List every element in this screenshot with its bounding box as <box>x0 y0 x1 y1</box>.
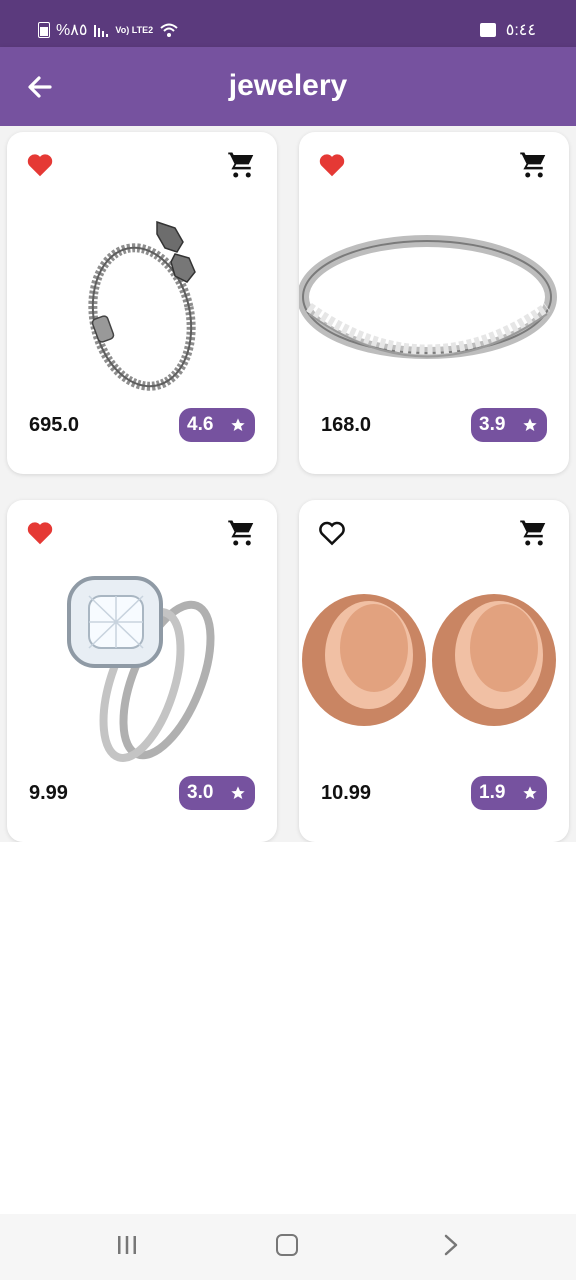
status-left: %٨٥ Vo) LTE2 <box>38 20 179 40</box>
product-image-bracelet <box>88 220 196 391</box>
status-time: ٥:٤٤ <box>505 22 536 39</box>
gallery-icon <box>479 23 496 37</box>
product-card[interactable]: 10.99 1.9 <box>299 500 569 842</box>
product-price: 168.0 <box>321 414 372 436</box>
system-nav-bar <box>0 1214 576 1280</box>
cart-icon[interactable] <box>519 518 549 548</box>
battery-icon <box>38 22 50 38</box>
star-icon <box>523 786 537 799</box>
battery-level: %٨٥ <box>56 22 88 39</box>
signal-icon <box>94 25 109 37</box>
product-image-band-ring <box>299 235 557 359</box>
heart-filled-icon[interactable] <box>25 518 55 548</box>
star-icon <box>231 418 245 431</box>
empty-area <box>0 842 576 1214</box>
product-price: 695.0 <box>29 414 80 436</box>
star-icon <box>231 786 245 799</box>
app-bar: jewelery <box>0 47 576 126</box>
wifi-icon <box>160 23 178 37</box>
cart-icon[interactable] <box>519 150 549 180</box>
rating-badge[interactable]: 3.0 <box>179 776 255 810</box>
product-grid: 695.0 4.6 168.0 3.9 9.99 3.0 10.99 1.9 <box>0 126 576 1214</box>
recent-apps-icon[interactable] <box>116 1234 138 1256</box>
status-right: ٥:٤٤ <box>479 20 536 40</box>
chevron-right-icon[interactable] <box>440 1234 462 1256</box>
product-price: 9.99 <box>29 782 68 804</box>
rating-badge[interactable]: 3.9 <box>471 408 547 442</box>
rating-value: 4.6 <box>187 414 214 435</box>
heart-filled-icon[interactable] <box>317 150 347 180</box>
rating-value: 3.0 <box>187 782 214 803</box>
star-icon <box>523 418 537 431</box>
product-card[interactable]: 168.0 3.9 <box>299 132 569 474</box>
rating-badge[interactable]: 4.6 <box>179 408 255 442</box>
rating-value: 1.9 <box>479 782 506 803</box>
heart-outline-icon[interactable] <box>317 518 347 548</box>
page-title: jewelery <box>228 69 348 102</box>
product-card[interactable]: 9.99 3.0 <box>7 500 277 842</box>
rating-value: 3.9 <box>479 414 506 435</box>
product-card[interactable]: 695.0 4.6 <box>7 132 277 474</box>
cart-icon[interactable] <box>227 150 257 180</box>
home-icon[interactable] <box>276 1234 298 1256</box>
product-image-engagement-ring <box>67 576 215 762</box>
product-image-ear-tunnels <box>302 594 556 726</box>
heart-filled-icon[interactable] <box>25 150 55 180</box>
cart-icon[interactable] <box>227 518 257 548</box>
product-price: 10.99 <box>321 782 372 804</box>
rating-badge[interactable]: 1.9 <box>471 776 547 810</box>
network-label: Vo) LTE2 <box>115 24 154 35</box>
status-bar: %٨٥ Vo) LTE2 ٥:٤٤ <box>0 0 576 47</box>
